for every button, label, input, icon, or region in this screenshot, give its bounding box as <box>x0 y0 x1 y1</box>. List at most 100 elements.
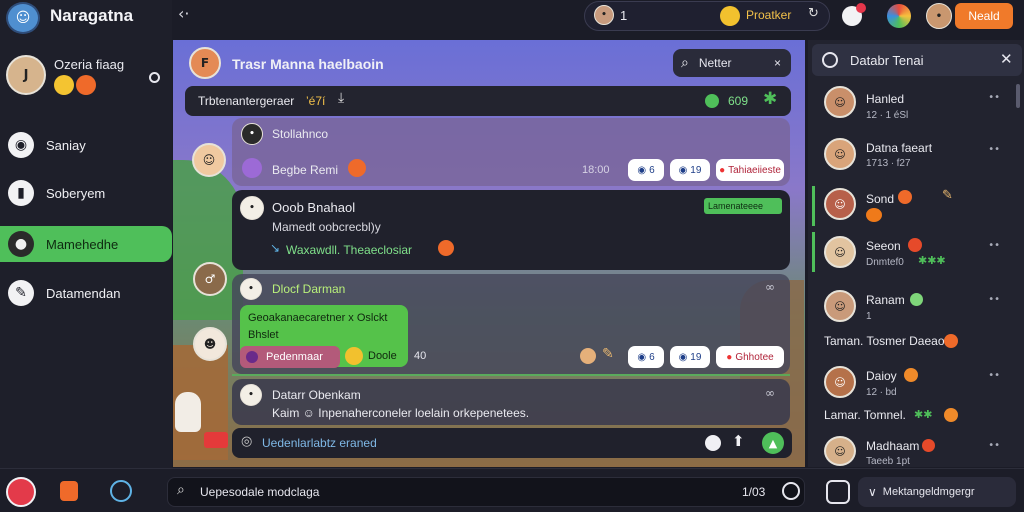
puzzle-icon[interactable]: ✱ <box>763 89 777 109</box>
right-panel-title: Databr Tenai <box>850 53 924 68</box>
reaction-count: 6 <box>649 164 655 176</box>
message-line: Kaim ☺ Inpenaherconeler loelain orkepene… <box>272 406 530 420</box>
message-author[interactable]: Datarr Obenkam <box>272 388 361 402</box>
app-logo[interactable]: ☺ <box>6 2 40 34</box>
member-item[interactable]: ☺ Datna faeart 1713 ∙ f27 •• <box>812 138 1012 178</box>
more-icon[interactable]: •• <box>988 294 1000 305</box>
clock-icon[interactable] <box>705 435 721 451</box>
panel-close-icon[interactable]: ✕ <box>1000 50 1013 68</box>
eye-icon: ◉ <box>678 164 688 176</box>
pinned-suffix: ’é7í <box>306 94 326 108</box>
member-item[interactable]: ☺ Seeon Dnmtef0 ✱✱✱ •• <box>812 236 1012 276</box>
sidebar-item-mamehedhe[interactable]: ● Mamehedhe <box>0 226 172 262</box>
reaction-count: 19 <box>690 164 702 176</box>
sidebar-item-saniay[interactable]: ◉ Saniay <box>0 125 172 165</box>
reaction-pill-3[interactable]: ● Ghhotee <box>716 346 784 368</box>
composer-input[interactable]: Uedenlarlabtz eraned <box>262 436 377 450</box>
pencil-icon[interactable]: ✎ <box>942 188 953 203</box>
more-icon[interactable]: •• <box>988 440 1000 451</box>
more-icon[interactable]: •• <box>988 144 1000 155</box>
eye-icon: ◉ <box>637 164 647 176</box>
more-icon[interactable]: •• <box>988 370 1000 381</box>
record-button[interactable] <box>6 477 36 507</box>
member-item[interactable]: ☺ Daioy 12 ∙ bd •• <box>812 366 1012 406</box>
member-sub: 12 ∙ 1 éSl <box>866 110 909 121</box>
eye-icon: ◉ <box>637 351 647 363</box>
message-chip[interactable]: Pedenmaar <box>240 346 340 368</box>
help-icon[interactable] <box>110 480 132 502</box>
composer-icon[interactable]: ◎ <box>241 434 252 449</box>
message-avatar-side-1[interactable]: ♂ <box>193 262 227 296</box>
top-avatar[interactable]: • <box>594 5 614 25</box>
member-name: Sond <box>866 192 895 206</box>
member-avatar: ☺ <box>824 236 856 268</box>
status-label[interactable]: Proatker <box>746 8 791 22</box>
fire-icon <box>348 159 366 177</box>
emoji-button[interactable] <box>782 482 800 500</box>
member-avatar: ☺ <box>824 436 856 466</box>
profile-avatar[interactable]: • <box>926 3 952 29</box>
panel-scrollbar[interactable] <box>1016 84 1020 108</box>
message-tag[interactable]: Lamenateeee <box>704 198 782 214</box>
panel-settings-icon[interactable] <box>822 52 838 68</box>
message-author[interactable]: Dlocf Darman <box>272 282 345 296</box>
refresh-icon[interactable]: ↻ <box>808 6 819 21</box>
message-avatar[interactable]: • <box>240 384 262 406</box>
bookmark-icon: ▮ <box>8 180 34 206</box>
sidebar-item-datamendan[interactable]: ✎ Datamendan <box>0 273 172 313</box>
reaction-pill-1[interactable]: ◉ 6 <box>628 159 664 181</box>
message-line: Begbe Remi <box>272 163 339 177</box>
message-avatar-small[interactable]: • <box>241 123 263 145</box>
sidebar-item-soberyem[interactable]: ▮ Soberyem <box>0 173 172 213</box>
bottom-search-input[interactable]: Uepesodale modclaga <box>200 485 319 499</box>
send-button[interactable]: ▲ <box>762 432 784 454</box>
reaction-count: Ghhotee <box>735 351 774 363</box>
profile-button[interactable]: Neald <box>955 3 1013 29</box>
message-avatar-side-2[interactable]: ☻ <box>193 327 227 361</box>
frame-icon[interactable] <box>826 480 850 504</box>
active-indicator <box>812 186 815 226</box>
search-close-icon[interactable]: × <box>774 56 781 70</box>
upload-icon[interactable]: ⬆ <box>732 432 745 450</box>
palette-icon[interactable] <box>887 4 911 28</box>
search-icon: ⌕ <box>177 482 185 498</box>
message-avatar[interactable]: • <box>240 278 262 300</box>
status-ring-icon[interactable] <box>149 72 160 83</box>
member-item[interactable]: ☺ Madhaam Taeeb 1pt •• <box>812 436 1012 467</box>
member-avatar: ☺ <box>824 366 856 398</box>
reaction-pill-2[interactable]: ◉ 19 <box>670 159 710 181</box>
more-icon[interactable]: •• <box>988 92 1000 103</box>
chat-search[interactable]: ⌕ Netter × <box>673 49 791 77</box>
member-sub: 1713 ∙ f27 <box>866 158 911 169</box>
message-author[interactable]: Stollahnco <box>272 127 328 141</box>
flag-icon: ● <box>726 351 733 363</box>
stars-icon: ✱✱ <box>914 408 933 421</box>
reaction-count: 6 <box>649 351 655 363</box>
burst-icon <box>76 75 96 95</box>
message-author[interactable]: Ooob Bnahaol <box>272 200 355 215</box>
member-item[interactable]: ☺ Hanled 12 ∙ 1 éSl •• <box>812 86 1012 126</box>
game-icon[interactable] <box>60 481 78 501</box>
back-arrow-icon[interactable]: ‹· <box>178 4 189 23</box>
link-icon[interactable]: ∞ <box>765 280 775 294</box>
channel-avatar[interactable]: F <box>189 47 221 79</box>
member-sub: Dnmtef0 <box>866 257 904 268</box>
reaction-pill-3[interactable]: ● Tahiaeiieste <box>716 159 784 181</box>
reaction-pill-2[interactable]: ◉ 19 <box>670 346 710 368</box>
download-icon[interactable]: ⤓ <box>338 90 344 106</box>
bottom-action-button[interactable]: ∨ Mektangeldmgergr <box>858 477 1016 507</box>
member-note: Taman. Tosmer Daeao <box>812 334 1012 352</box>
message-avatar-large[interactable]: ☺ <box>192 143 226 177</box>
more-icon[interactable]: •• <box>988 240 1000 251</box>
user-avatar[interactable]: J <box>6 55 46 95</box>
sidebar-item-label: Mamehedhe <box>46 236 119 252</box>
channel-title: Trasr Manna haelbaoin <box>232 56 384 72</box>
message-avatar[interactable]: • <box>240 196 264 220</box>
reaction-pill-1[interactable]: ◉ 6 <box>628 346 664 368</box>
fire-icon <box>438 240 454 256</box>
pencil-icon[interactable]: ✎ <box>602 346 614 362</box>
member-item-active[interactable]: ☺ Sond ✎ <box>812 186 1012 226</box>
link-icon[interactable]: ∞ <box>765 386 775 400</box>
fire-icon <box>898 190 912 204</box>
member-item[interactable]: ☺ Ranam 1 •• <box>812 290 1012 330</box>
